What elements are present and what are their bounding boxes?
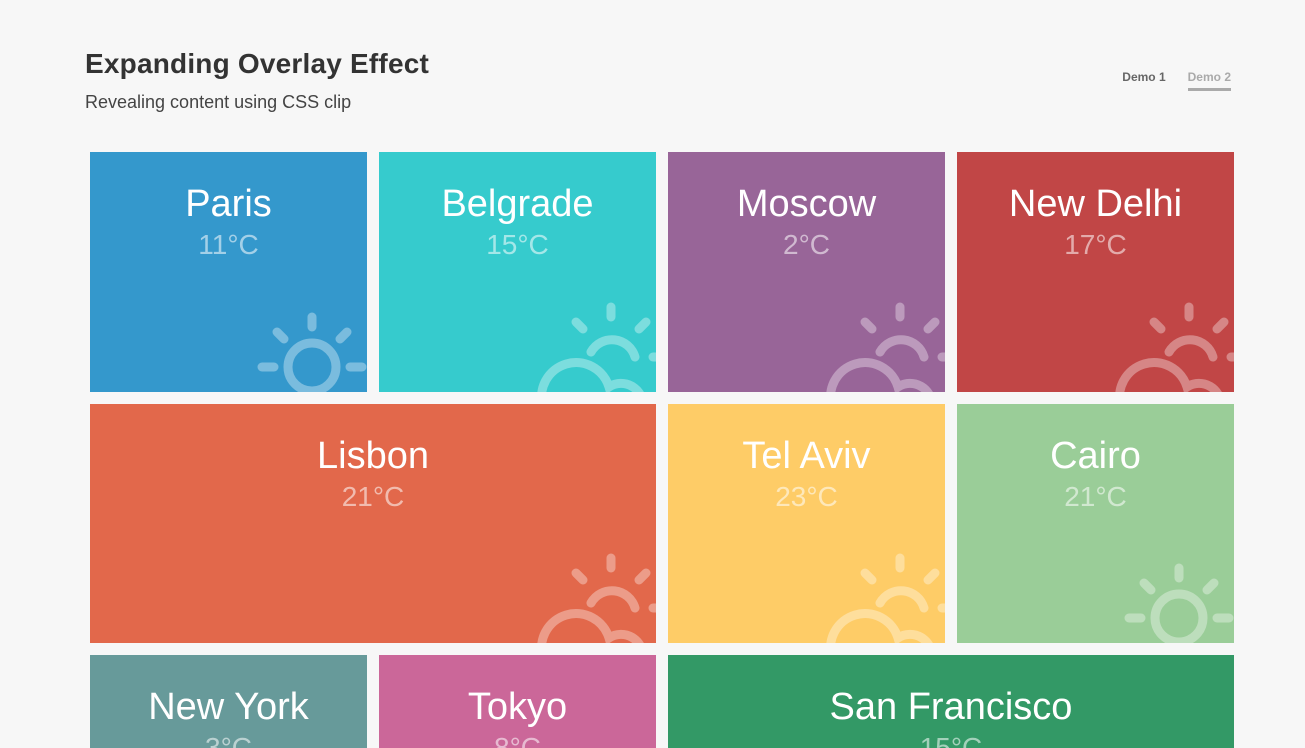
tile-cairo[interactable]: Cairo 21°C — [957, 404, 1234, 643]
partly-cloudy-icon — [537, 553, 656, 643]
page-header: Expanding Overlay Effect Revealing conte… — [0, 0, 1305, 150]
tile-paris[interactable]: Paris 11°C — [90, 152, 367, 392]
partly-cloudy-icon — [826, 553, 945, 643]
demo-2-link[interactable]: Demo 2 — [1187, 70, 1231, 91]
city-temperature: 3°C — [205, 732, 252, 748]
page-title: Expanding Overlay Effect — [85, 48, 430, 79]
city-name: Paris — [185, 183, 272, 225]
city-temperature: 11°C — [198, 229, 259, 260]
tile-tokyo[interactable]: Tokyo 8°C — [379, 655, 656, 748]
city-name: New Delhi — [1008, 183, 1183, 225]
city-temperature: 21°C — [341, 481, 405, 512]
tile-new-york[interactable]: New York 3°C — [90, 655, 367, 748]
city-temperature: 21°C — [1064, 481, 1127, 512]
tile-lisbon[interactable]: Lisbon 21°C — [90, 404, 656, 643]
tile-new-delhi[interactable]: New Delhi 17°C — [957, 152, 1234, 392]
city-temperature: 8°C — [494, 732, 541, 748]
sun-icon — [1124, 558, 1234, 643]
city-temperature: 15°C — [486, 229, 549, 260]
city-temperature: 2°C — [783, 229, 830, 260]
tile-moscow[interactable]: Moscow 2°C — [668, 152, 945, 392]
city-name: Cairo — [1050, 435, 1141, 477]
city-name: San Francisco — [829, 686, 1073, 728]
city-temperature: 15°C — [919, 732, 983, 748]
city-name: Tokyo — [467, 686, 568, 728]
partly-cloudy-icon — [537, 302, 656, 392]
city-name: Tel Aviv — [742, 435, 871, 477]
demo-1-link[interactable]: Demo 1 — [1122, 70, 1165, 91]
tile-tel-aviv[interactable]: Tel Aviv 23°C — [668, 404, 945, 643]
page-subtitle: Revealing content using CSS clip — [85, 92, 352, 112]
city-name: Moscow — [736, 183, 877, 225]
city-name: New York — [148, 686, 309, 728]
partly-cloudy-icon — [1115, 302, 1234, 392]
tile-san-francisco[interactable]: San Francisco 15°C — [668, 655, 1234, 748]
partly-cloudy-icon — [826, 302, 945, 392]
city-name: Belgrade — [441, 183, 594, 225]
demo-nav: Demo 1 Demo 2 — [1122, 70, 1231, 91]
city-temperature: 23°C — [775, 481, 838, 512]
sun-icon — [257, 307, 367, 392]
tile-belgrade[interactable]: Belgrade 15°C — [379, 152, 656, 392]
city-name: Lisbon — [317, 435, 429, 477]
city-temperature: 17°C — [1064, 229, 1127, 260]
